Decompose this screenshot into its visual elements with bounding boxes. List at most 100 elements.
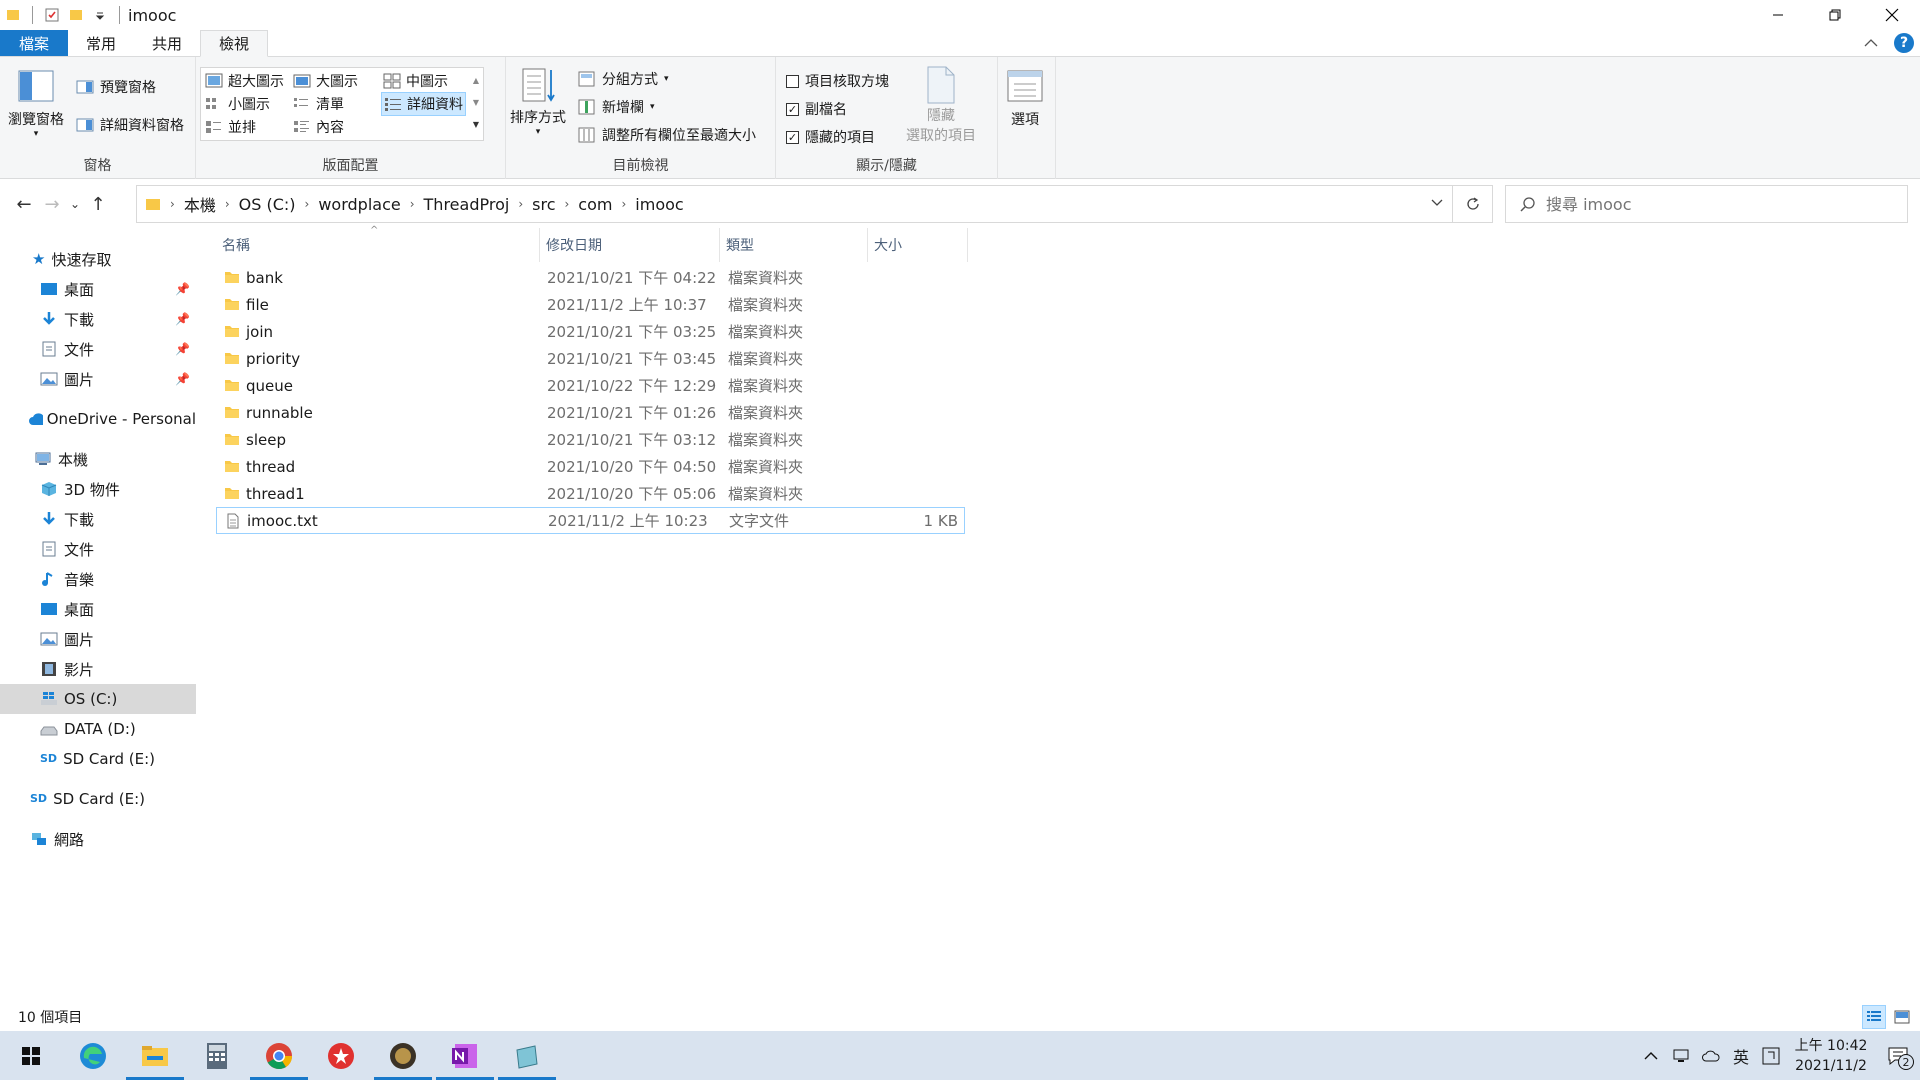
breadcrumb-threadproj[interactable]: ThreadProj [424,195,510,214]
address-bar[interactable]: › 本機 › OS (C:) › wordplace › ThreadProj … [136,185,1453,223]
file-row[interactable]: sleep 2021/10/21 下午 03:12 檔案資料夾 [216,426,965,453]
size-all-columns-button[interactable]: 調整所有欄位至最適大小 [578,125,756,145]
item-checkboxes-toggle[interactable]: 項目核取方塊 [786,71,889,91]
breadcrumb-com[interactable]: com [578,195,612,214]
details-view-option[interactable]: 詳細資料 [381,92,466,116]
breadcrumb-imooc[interactable]: imooc [635,195,683,214]
medium-icons-option[interactable]: 中圖示 [383,71,448,91]
restore-button[interactable] [1806,0,1863,30]
nav-documents[interactable]: 文件 [0,534,196,564]
nav-pictures[interactable]: 圖片 [0,624,196,654]
taskbar-calculator[interactable] [186,1031,248,1080]
details-view-toggle[interactable] [1862,1005,1886,1029]
tab-home[interactable]: 常用 [68,30,134,56]
file-row[interactable]: bank 2021/10/21 下午 04:22 檔案資料夾 [216,264,965,291]
help-icon[interactable]: ? [1894,33,1914,53]
nav-data-d[interactable]: DATA (D:) [0,714,196,744]
notifications-button[interactable]: 2 [1876,1031,1920,1080]
tab-share[interactable]: 共用 [134,30,200,56]
file-row[interactable]: file 2021/11/2 上午 10:37 檔案資料夾 [216,291,965,318]
nav-downloads[interactable]: 下載 [0,504,196,534]
small-icons-option[interactable]: 小圖示 [205,94,270,114]
search-input[interactable] [1546,194,1886,214]
list-option[interactable]: 清單 [293,94,344,114]
taskbar-chrome[interactable] [248,1031,310,1080]
large-icons-option[interactable]: 大圖示 [293,71,358,91]
column-header-size[interactable]: 大小 [868,228,968,262]
file-row[interactable]: thread 2021/10/20 下午 04:50 檔案資料夾 [216,453,965,480]
column-header-date[interactable]: 修改日期 [540,228,720,262]
nav-sd-card[interactable]: SD SD Card (E:) [0,784,196,814]
network-status-icon[interactable] [1666,1031,1696,1080]
large-icons-view-toggle[interactable] [1890,1005,1914,1029]
nav-quick-desktop[interactable]: 桌面 📌 [0,274,196,304]
nav-desktop[interactable]: 桌面 [0,594,196,624]
details-pane-button[interactable]: 詳細資料窗格 [76,115,184,135]
onedrive-tray-icon[interactable] [1696,1031,1726,1080]
nav-music[interactable]: 音樂 [0,564,196,594]
forward-button[interactable]: → [38,188,66,220]
nav-network[interactable]: 網路 [0,824,196,854]
options-button[interactable]: 選項 [1006,69,1044,129]
hidden-items-checkbox[interactable]: ✓ [786,130,799,144]
new-folder-icon[interactable] [67,6,85,24]
file-extensions-checkbox[interactable]: ✓ [786,102,799,116]
nav-onedrive[interactable]: OneDrive - Personal [0,404,196,434]
start-button[interactable] [0,1031,62,1080]
file-row[interactable]: imooc.txt 2021/11/2 上午 10:23 文字文件 1 KB [216,507,965,534]
back-button[interactable]: ← [10,188,38,220]
content-option[interactable]: 內容 [293,117,344,137]
pin-icon[interactable]: 📌 [175,372,190,386]
nav-quick-downloads[interactable]: 下載 📌 [0,304,196,334]
tab-file[interactable]: 檔案 [0,30,69,56]
gallery-scroll[interactable]: ▲ ▼ ▼ [471,70,481,136]
collapse-ribbon-icon[interactable] [1864,34,1878,52]
taskbar-onenote[interactable] [434,1031,496,1080]
sort-by-button[interactable]: 排序方式 ▾ [510,67,566,137]
file-row[interactable]: priority 2021/10/21 下午 03:45 檔案資料夾 [216,345,965,372]
close-button[interactable] [1863,0,1920,30]
minimize-button[interactable] [1749,0,1806,30]
tiles-option[interactable]: 並排 [205,117,256,137]
up-button[interactable]: ↑ [84,188,112,220]
breadcrumb-this-pc[interactable]: 本機 [184,192,216,216]
breadcrumb-os-c[interactable]: OS (C:) [239,195,296,214]
file-row[interactable]: thread1 2021/10/20 下午 05:06 檔案資料夾 [216,480,965,507]
address-dropdown-icon[interactable] [1430,195,1444,213]
hide-selected-button[interactable]: 隱藏 選取的項目 [906,65,976,145]
nav-sd-card-pc[interactable]: SD SD Card (E:) [0,744,196,774]
breadcrumb-src[interactable]: src [532,195,555,214]
taskbar-app-game[interactable] [372,1031,434,1080]
breadcrumb-wordplace[interactable]: wordplace [318,195,400,214]
taskbar-edge[interactable] [62,1031,124,1080]
taskbar-file-explorer[interactable] [124,1031,186,1080]
recent-locations-button[interactable]: ⌄ [66,188,84,220]
nav-quick-documents[interactable]: 文件 📌 [0,334,196,364]
tab-view[interactable]: 檢視 [200,30,269,57]
group-by-button[interactable]: 分組方式 ▾ [578,69,669,89]
nav-os-c[interactable]: OS (C:) [0,684,196,714]
nav-quick-pictures[interactable]: 圖片 📌 [0,364,196,394]
refresh-button[interactable] [1453,185,1493,223]
preview-pane-button[interactable]: 預覽窗格 [76,77,156,97]
navigation-pane-button[interactable]: 瀏覽窗格 ▾ [8,69,64,139]
properties-icon[interactable] [43,6,61,24]
nav-3d-objects[interactable]: 3D 物件 [0,474,196,504]
add-columns-button[interactable]: 新增欄 ▾ [578,97,655,117]
search-box[interactable] [1505,185,1908,223]
customize-toolbar-icon[interactable] [91,6,109,24]
nav-videos[interactable]: 影片 [0,654,196,684]
file-row[interactable]: queue 2021/10/22 下午 12:29 檔案資料夾 [216,372,965,399]
pin-icon[interactable]: 📌 [175,312,190,326]
pin-icon[interactable]: 📌 [175,342,190,356]
nav-quick-access[interactable]: ★ 快速存取 [0,244,196,274]
tray-overflow-icon[interactable] [1636,1031,1666,1080]
pin-icon[interactable]: 📌 [175,282,190,296]
file-row[interactable]: runnable 2021/10/21 下午 01:26 檔案資料夾 [216,399,965,426]
nav-this-pc[interactable]: 本機 [0,444,196,474]
item-checkboxes-checkbox[interactable] [786,74,799,88]
clock[interactable]: 上午 10:42 2021/11/2 [1786,1036,1876,1076]
input-mode-icon[interactable] [1756,1031,1786,1080]
file-extensions-toggle[interactable]: ✓ 副檔名 [786,99,847,119]
column-header-type[interactable]: 類型 [720,228,868,262]
